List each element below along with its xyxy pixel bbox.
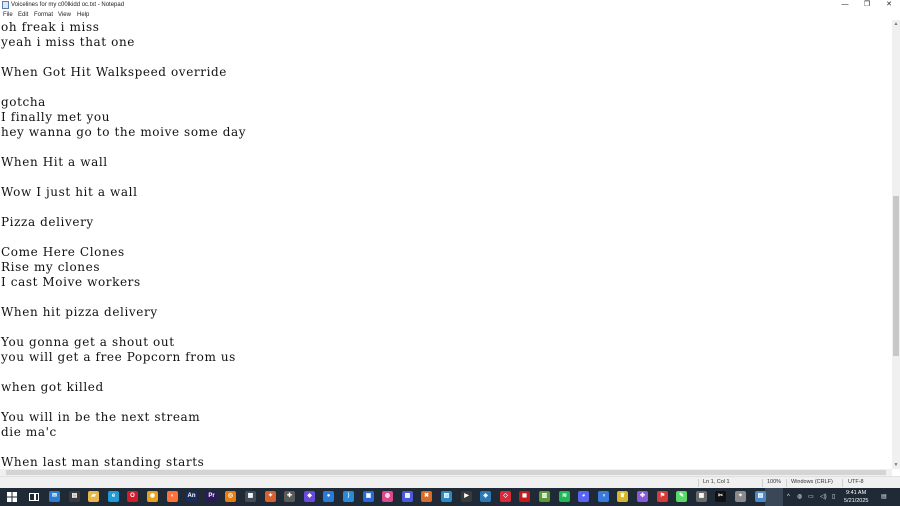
- trophy-icon[interactable]: ♛: [617, 491, 628, 502]
- zoom-level: 100%: [767, 479, 782, 485]
- menu-bar: File Edit Format View Help: [0, 10, 900, 20]
- roblox-icon[interactable]: ◇: [500, 491, 511, 502]
- horizontal-scroll-thumb[interactable]: [6, 470, 886, 475]
- edge-icon[interactable]: e: [108, 491, 119, 502]
- text-line: When hit pizza delivery: [1, 305, 158, 319]
- text-line: I cast Moive workers: [1, 275, 141, 289]
- menu-view[interactable]: View: [58, 10, 71, 20]
- text-line: When Hit a wall: [1, 155, 108, 169]
- remote-icon[interactable]: ▣: [363, 491, 374, 502]
- tray-app-icon[interactable]: ◍: [797, 488, 802, 506]
- encoding: UTF-8: [848, 479, 864, 485]
- vertical-scroll-thumb[interactable]: [893, 196, 899, 356]
- cursor-position: Ln 1, Col 1: [703, 479, 730, 485]
- minecraft-icon[interactable]: ▥: [539, 491, 550, 502]
- task-view-icon[interactable]: [29, 492, 39, 502]
- chrome-icon[interactable]: ◉: [147, 491, 158, 502]
- text-line: Rise my clones: [1, 260, 101, 274]
- text-line: when got killed: [1, 380, 104, 394]
- menu-file[interactable]: File: [3, 10, 13, 20]
- maximize-button[interactable]: ❐: [856, 0, 878, 10]
- notes-icon[interactable]: ▦: [245, 491, 256, 502]
- browser-icon[interactable]: ◆: [304, 491, 315, 502]
- droplet-icon[interactable]: ●: [323, 491, 334, 502]
- menu-help[interactable]: Help: [77, 10, 89, 20]
- text-line: Wow I just hit a wall: [1, 185, 138, 199]
- menu-format[interactable]: Format: [34, 10, 53, 20]
- text-line: gotcha: [1, 95, 46, 109]
- clock-date[interactable]: 5/21/2025: [844, 498, 868, 504]
- start-windows-icon[interactable]: [7, 492, 17, 502]
- text-editor[interactable]: oh freak i miss yeah i miss that one When …: [0, 20, 892, 469]
- text-line: Pizza delivery: [1, 215, 94, 229]
- text-line: hey wanna go to the moive some day: [1, 125, 247, 139]
- text-line: Come Here Clones: [1, 245, 125, 259]
- line-ending: Windows (CRLF): [791, 479, 833, 485]
- notification-icon[interactable]: ▤: [881, 488, 887, 506]
- opera-icon[interactable]: O: [127, 491, 138, 502]
- discord-app-icon[interactable]: ◍: [382, 491, 393, 502]
- scroll-up-arrow-icon[interactable]: ▲: [892, 20, 900, 28]
- active-app-highlight: [765, 488, 783, 506]
- status-divider: [698, 479, 699, 487]
- status-divider: [762, 479, 763, 487]
- game-icon[interactable]: ✚: [284, 491, 295, 502]
- clock-time[interactable]: 9:41 AM: [846, 490, 866, 496]
- image-viewer-icon[interactable]: ▨: [441, 491, 452, 502]
- spotify-icon[interactable]: ≋: [559, 491, 570, 502]
- animate-icon[interactable]: An: [186, 491, 197, 502]
- tools-icon[interactable]: ✖: [421, 491, 432, 502]
- title-bar: Voicelines for my c00lkidd oc.txt - Note…: [0, 0, 900, 10]
- text-line: You gonna get a shout out: [1, 335, 175, 349]
- media-player-icon[interactable]: ▶: [461, 491, 472, 502]
- text-line: I finally met you: [1, 110, 111, 124]
- network-icon[interactable]: ▭: [808, 488, 814, 506]
- app-red-icon[interactable]: ◼: [519, 491, 530, 502]
- text-line: You will in be the next stream: [1, 410, 201, 424]
- launcher-icon[interactable]: ▩: [402, 491, 413, 502]
- premiere-icon[interactable]: Pr: [206, 491, 217, 502]
- text-line: When Got Hit Walkspeed override: [1, 65, 227, 79]
- horizontal-scrollbar[interactable]: [0, 469, 892, 476]
- paint-icon[interactable]: ✦: [265, 491, 276, 502]
- minimize-button[interactable]: —: [834, 0, 856, 10]
- volume-icon[interactable]: ◁): [820, 488, 827, 506]
- puzzle-pieces-icon[interactable]: ✤: [637, 491, 648, 502]
- capcut-icon[interactable]: ✂: [715, 491, 726, 502]
- blender-icon[interactable]: ◎: [225, 491, 236, 502]
- brush-icon[interactable]: ✎: [676, 491, 687, 502]
- window-title: Voicelines for my c00lkidd oc.txt - Note…: [11, 2, 125, 8]
- text-line: When last man standing starts: [1, 455, 205, 469]
- flag-icon[interactable]: ⚑: [657, 491, 668, 502]
- scroll-down-arrow-icon[interactable]: ▼: [892, 461, 900, 469]
- discord-icon[interactable]: ◕: [578, 491, 589, 502]
- close-button[interactable]: ✕: [878, 0, 900, 10]
- vscode-icon[interactable]: ⟩: [343, 491, 354, 502]
- puzzle-icon[interactable]: ◈: [480, 491, 491, 502]
- status-divider: [842, 479, 843, 487]
- firefox-icon[interactable]: ◐: [167, 491, 178, 502]
- gallery-icon[interactable]: ▦: [696, 491, 707, 502]
- notepad-app-icon: [2, 1, 9, 9]
- status-bar: Ln 1, Col 1 100% Windows (CRLF) UTF-8: [0, 476, 900, 488]
- text-line: oh freak i miss: [1, 20, 100, 34]
- status-divider: [786, 479, 787, 487]
- notepad-icon[interactable]: ▤: [755, 491, 766, 502]
- vertical-scrollbar[interactable]: ▲ ▼: [892, 20, 900, 469]
- text-line: yeah i miss that one: [1, 35, 135, 49]
- text-line: you will get a free Popcorn from us: [1, 350, 236, 364]
- menu-edit[interactable]: Edit: [18, 10, 28, 20]
- store-icon[interactable]: ▤: [69, 491, 80, 502]
- battery-icon[interactable]: ▯: [832, 488, 835, 506]
- controller-icon[interactable]: ⌖: [735, 491, 746, 502]
- shield-icon[interactable]: ◑: [598, 491, 609, 502]
- tray-chevron-icon[interactable]: ^: [787, 488, 790, 506]
- mail-icon[interactable]: ✉: [49, 491, 60, 502]
- taskbar: ✉ ▤ ▰ e O ◉ ◐ An Pr ◎ ▦ ✦ ✚ ◆ ● ⟩ ▣ ◍ ▩ ✖ ▨ ▶ ◈ ◇ ◼ ▥ ≋ ◕ ◑ ♛ ✤ ⚑ ✎ ▦ ✂ ⌖ ▤ …: [0, 488, 900, 506]
- file-explorer-icon[interactable]: ▰: [88, 491, 99, 502]
- text-line: die ma'c: [1, 425, 57, 439]
